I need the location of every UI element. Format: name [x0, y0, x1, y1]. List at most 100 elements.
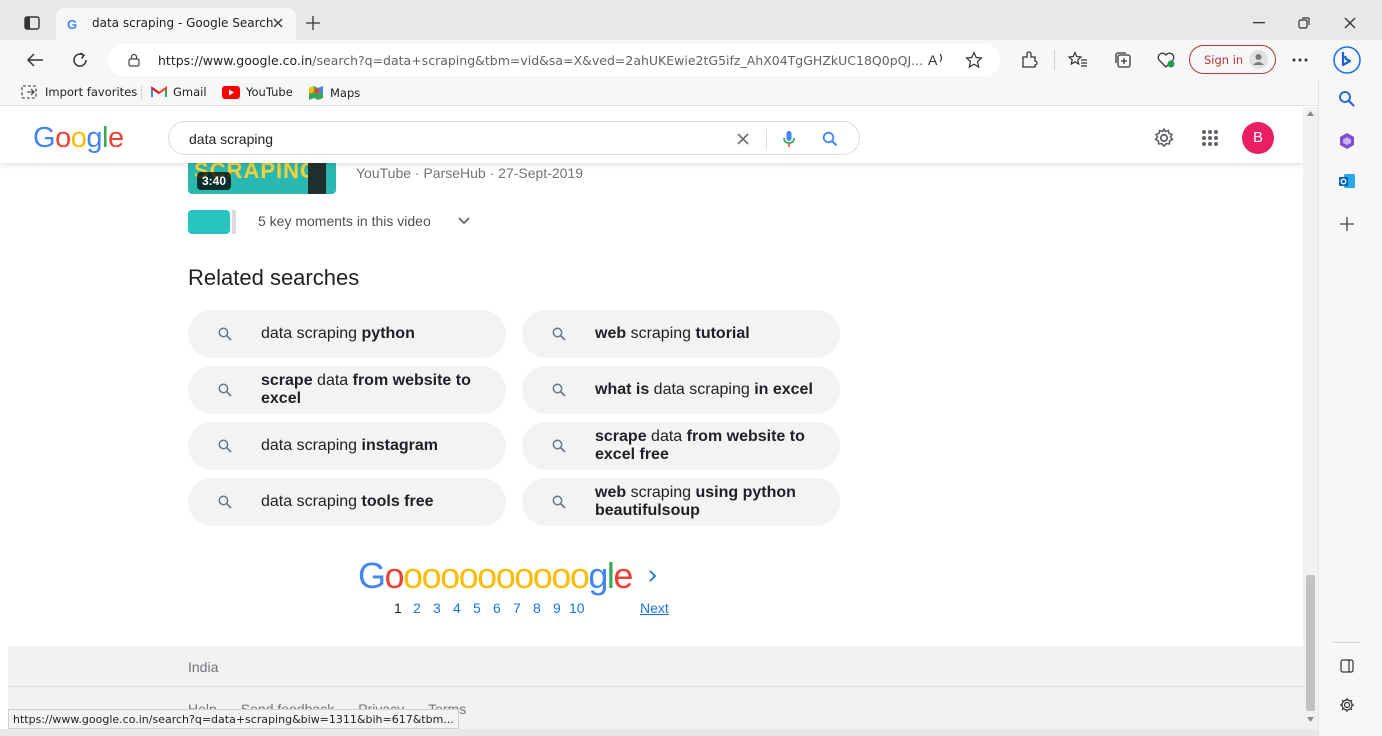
- page-number-link[interactable]: 5: [473, 600, 481, 616]
- page-number-link[interactable]: 8: [533, 600, 541, 616]
- sidebar-search-icon[interactable]: [1338, 90, 1356, 108]
- address-bar[interactable]: https://www.google.co.in/search?q=data+s…: [108, 44, 1000, 76]
- video-thumbnail[interactable]: SCRAPING 3:40: [188, 160, 336, 194]
- read-aloud-icon[interactable]: A: [928, 52, 946, 68]
- fav-maps[interactable]: Maps: [308, 85, 360, 101]
- page-number-link[interactable]: 4: [453, 600, 461, 616]
- footer-divider: [8, 686, 1303, 687]
- thumbnail-figure: [308, 160, 326, 194]
- related-searches-heading: Related searches: [188, 265, 360, 290]
- sidebar-settings-icon[interactable]: [1339, 697, 1355, 713]
- add-sidebar-app-icon[interactable]: [1340, 217, 1354, 231]
- page-number-link[interactable]: 2: [413, 600, 421, 616]
- refresh-icon[interactable]: [71, 51, 89, 69]
- clear-search-icon[interactable]: [737, 133, 749, 145]
- favorites-icon[interactable]: [1068, 51, 1088, 69]
- google-logo[interactable]: Google: [33, 121, 125, 153]
- browser-tab[interactable]: G data scraping - Google Search: [56, 8, 296, 40]
- lock-icon[interactable]: [128, 53, 140, 67]
- page-scrollbar[interactable]: [1303, 107, 1318, 729]
- maps-icon: [309, 86, 323, 100]
- next-page-link[interactable]: Next: [640, 600, 669, 616]
- edge-sidebar: [1318, 80, 1382, 736]
- search-icon: [218, 495, 232, 509]
- profile-avatar-icon: [1249, 50, 1268, 69]
- tab-title: data scraping - Google Search: [92, 16, 274, 30]
- next-chevron-icon[interactable]: [648, 569, 658, 583]
- back-arrow-icon[interactable]: [26, 52, 44, 68]
- related-search-label: web scraping using python beautifulsoup: [595, 484, 796, 519]
- close-tab-icon[interactable]: [272, 17, 284, 29]
- voice-search-icon[interactable]: [782, 130, 796, 148]
- restore-icon[interactable]: [1298, 17, 1310, 29]
- key-moment-thumb: [188, 210, 230, 234]
- account-avatar[interactable]: B: [1242, 122, 1274, 154]
- import-icon: [21, 85, 37, 99]
- video-meta: YouTube · ParseHub · 27-Sept-2019: [356, 165, 583, 181]
- related-search-chip[interactable]: scrape data from website to excel free: [522, 422, 840, 470]
- video-duration: 3:40: [197, 172, 232, 190]
- close-window-icon[interactable]: [1344, 17, 1356, 29]
- toolbar-divider: [1054, 50, 1055, 70]
- related-search-label: data scraping tools free: [261, 493, 434, 510]
- related-search-chip[interactable]: data scraping tools free: [188, 478, 506, 526]
- search-icon: [218, 327, 232, 341]
- more-options-icon[interactable]: [1292, 58, 1308, 62]
- related-search-chip[interactable]: what is data scraping in excel: [522, 366, 840, 414]
- related-search-chip[interactable]: scrape data from website to excel: [188, 366, 506, 414]
- page-number-link[interactable]: 7: [513, 600, 521, 616]
- address-toolbar: https://www.google.co.in/search?q=data+s…: [0, 40, 1382, 80]
- page-number-link[interactable]: 10: [569, 600, 585, 616]
- related-search-label: data scraping instagram: [261, 437, 438, 454]
- sidebar-divider: [1333, 642, 1361, 643]
- search-icon: [552, 327, 566, 341]
- window-bottom-edge: [0, 729, 1318, 736]
- related-search-chip[interactable]: web scraping tutorial: [522, 310, 840, 358]
- youtube-icon: [222, 85, 240, 99]
- svg-text:G: G: [67, 17, 77, 31]
- search-icon: [552, 439, 566, 453]
- related-search-label: scrape data from website to excel free: [595, 428, 805, 463]
- tab-actions-icon[interactable]: [24, 16, 40, 30]
- outlook-icon[interactable]: [1338, 172, 1356, 190]
- page-number-current: 1: [394, 600, 402, 616]
- pagination-logo: Gooooooooooogle: [358, 555, 633, 596]
- link-status-bar: https://www.google.co.in/search?q=data+s…: [8, 709, 459, 729]
- fav-gmail[interactable]: Gmail: [151, 85, 207, 99]
- related-search-label: data scraping python: [261, 325, 415, 342]
- google-apps-icon[interactable]: [1201, 129, 1219, 147]
- key-moments-thumbnails[interactable]: [188, 210, 240, 234]
- collections-icon[interactable]: [1114, 51, 1132, 69]
- fav-import[interactable]: Import favorites: [21, 85, 137, 99]
- sign-in-button[interactable]: Sign in: [1189, 45, 1276, 74]
- minimize-icon[interactable]: [1253, 22, 1265, 24]
- page-number-link[interactable]: 3: [433, 600, 441, 616]
- google-favicon-icon: G: [66, 17, 80, 31]
- related-search-label: what is data scraping in excel: [595, 381, 813, 398]
- scrollbar-thumb[interactable]: [1306, 575, 1315, 711]
- scroll-up-arrow-icon[interactable]: [1307, 111, 1314, 116]
- gmail-icon: [151, 86, 167, 97]
- bing-copilot-icon[interactable]: [1333, 46, 1361, 74]
- new-tab-icon[interactable]: [306, 16, 320, 30]
- related-search-chip[interactable]: web scraping using python beautifulsoup: [522, 478, 840, 526]
- browser-essentials-icon[interactable]: [1156, 51, 1176, 69]
- search-box[interactable]: data scraping: [168, 121, 860, 155]
- extensions-icon[interactable]: [1020, 51, 1038, 69]
- scroll-down-arrow-icon[interactable]: [1307, 717, 1314, 722]
- search-icon[interactable]: [822, 131, 838, 147]
- page-number-link[interactable]: 9: [553, 600, 561, 616]
- key-moments-label[interactable]: 5 key moments in this video: [258, 213, 431, 229]
- search-icon: [552, 383, 566, 397]
- settings-gear-icon[interactable]: [1153, 127, 1175, 149]
- search-input[interactable]: data scraping: [189, 131, 273, 147]
- favbar-divider: [141, 86, 142, 100]
- chevron-down-icon[interactable]: [457, 216, 471, 226]
- hide-sidebar-icon[interactable]: [1340, 659, 1354, 673]
- fav-youtube[interactable]: YouTube: [222, 85, 293, 99]
- page-number-link[interactable]: 6: [493, 600, 501, 616]
- related-search-chip[interactable]: data scraping python: [188, 310, 506, 358]
- office-icon[interactable]: [1338, 132, 1356, 150]
- related-search-chip[interactable]: data scraping instagram: [188, 422, 506, 470]
- favorite-star-icon[interactable]: [965, 51, 983, 69]
